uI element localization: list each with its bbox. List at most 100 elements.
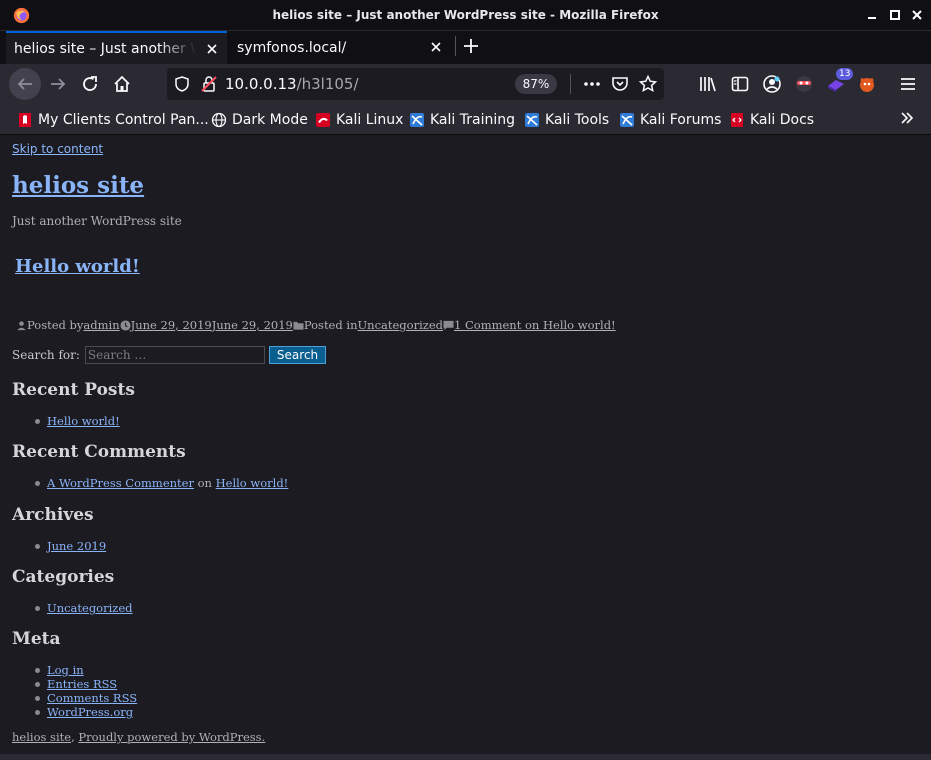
list-item: WordPress.org <box>35 705 137 719</box>
url-text[interactable]: 10.0.0.13/h3l105/ <box>225 75 359 93</box>
pocket-icon[interactable] <box>610 74 630 94</box>
log-in-link[interactable]: Log in <box>47 663 84 677</box>
kali-icon <box>620 113 634 127</box>
page-actions-ellipsis-icon[interactable] <box>582 74 602 94</box>
list-item: Entries RSS <box>35 677 137 691</box>
meta-list: Log in Entries RSS Comments RSS WordPres… <box>35 663 137 719</box>
category-link[interactable]: Uncategorized <box>47 601 133 615</box>
list-item: Comments RSS <box>35 691 137 705</box>
archives-list: June 2019 <box>35 539 106 553</box>
post-date-link[interactable]: June 29, 2019June 29, 2019 <box>131 318 293 332</box>
posted-by-text: Posted by <box>27 318 84 332</box>
list-item: Log in <box>35 663 137 677</box>
url-host: 10.0.0.13 <box>225 75 297 93</box>
commented-post-link[interactable]: Hello world! <box>216 476 289 490</box>
url-bar[interactable]: 10.0.0.13/h3l105/ 87% <box>167 68 664 100</box>
search-label: Search for: <box>12 348 80 362</box>
tab-label: symfonos.local/ <box>237 39 347 56</box>
date-updated: June 29, 2019 <box>211 318 293 332</box>
extension-masked-icon[interactable] <box>794 74 814 94</box>
site-title-link[interactable]: helios site <box>12 172 144 199</box>
entries-rss-link[interactable]: Entries RSS <box>47 677 117 691</box>
zoom-level-badge[interactable]: 87% <box>515 74 557 94</box>
commenter-link[interactable]: A WordPress Commenter <box>47 476 194 490</box>
window-titlebar: helios site – Just another WordPress sit… <box>0 0 931 31</box>
tab-separator <box>455 36 456 56</box>
bookmark-kali-tools[interactable]: Kali Tools <box>524 110 609 130</box>
categories-heading: Categories <box>12 567 115 587</box>
minimize-icon[interactable] <box>865 8 879 22</box>
navigation-toolbar: 10.0.0.13/h3l105/ 87% <box>0 64 931 104</box>
close-tab-icon[interactable] <box>205 42 219 56</box>
tab-label: helios site – Just another WordPress sit… <box>14 40 196 57</box>
folder-icon <box>293 321 304 330</box>
bookmark-star-icon[interactable] <box>638 74 658 94</box>
close-tab-icon[interactable] <box>429 40 443 54</box>
home-icon[interactable] <box>112 74 132 94</box>
kali-docs-icon <box>731 113 743 127</box>
footer-site-link[interactable]: helios site <box>12 730 71 744</box>
forward-arrow-icon[interactable] <box>48 74 68 94</box>
search-form: Search for: Search <box>12 346 327 364</box>
bookmark-label: Kali Forums <box>640 112 722 128</box>
recent-comments-list: A WordPress Commenter on Hello world! <box>35 476 288 490</box>
tab-helios-site[interactable]: helios site – Just another WordPress sit… <box>6 31 227 64</box>
bookmark-kali-docs[interactable]: Kali Docs <box>729 110 814 130</box>
insecure-lock-icon[interactable] <box>199 74 219 94</box>
search-input[interactable] <box>84 346 265 364</box>
tab-symfonos-local[interactable]: symfonos.local/ <box>229 31 451 64</box>
site-footer: helios site, Proudly powered by WordPres… <box>12 730 265 744</box>
site-description: Just another WordPress site <box>12 214 182 228</box>
wordpress-org-link[interactable]: WordPress.org <box>47 705 133 719</box>
page-content: Skip to content helios site Just another… <box>0 136 931 760</box>
post-title-link[interactable]: Hello world! <box>15 256 140 277</box>
hamburger-menu-icon[interactable] <box>898 74 918 94</box>
kali-icon <box>525 113 539 127</box>
account-icon[interactable] <box>762 74 782 94</box>
close-window-icon[interactable] <box>910 8 924 22</box>
post-meta: Posted by admin June 29, 2019June 29, 201… <box>16 318 616 332</box>
extension-fox-icon[interactable] <box>857 74 877 94</box>
library-icon[interactable] <box>698 74 718 94</box>
categories-list: Uncategorized <box>35 601 133 615</box>
new-tab-icon[interactable] <box>462 37 480 55</box>
bookmark-label: Kali Linux <box>336 112 404 128</box>
bookmarks-toolbar: My Clients Control Pan... Dark Mode Kali… <box>0 104 931 135</box>
list-item: A WordPress Commenter on Hello world! <box>35 476 288 490</box>
bookmark-kali-linux[interactable]: Kali Linux <box>315 110 403 130</box>
author-link[interactable]: admin <box>83 318 119 332</box>
bookmark-label: Kali Training <box>430 112 515 128</box>
bookmark-my-clients-control-panel[interactable]: My Clients Control Pan... <box>17 110 209 130</box>
comments-link[interactable]: 1 Comment on Hello world! <box>454 318 616 332</box>
sidebar-icon[interactable] <box>730 74 750 94</box>
bookmark-kali-forums[interactable]: Kali Forums <box>619 110 721 130</box>
comment-icon <box>443 320 454 330</box>
url-separator <box>570 74 571 94</box>
comments-rss-link[interactable]: Comments RSS <box>47 691 137 705</box>
search-button[interactable]: Search <box>268 346 327 364</box>
window-title: helios site – Just another WordPress sit… <box>272 8 659 22</box>
kali-icon <box>316 113 330 127</box>
powered-by-wordpress-link[interactable]: Proudly powered by WordPress. <box>78 730 265 744</box>
archives-heading: Archives <box>12 505 94 525</box>
back-arrow-icon <box>17 78 32 90</box>
bookmark-label: Kali Docs <box>750 112 815 128</box>
url-path: /h3l105/ <box>296 75 359 93</box>
maximize-icon[interactable] <box>888 8 902 22</box>
list-item: Uncategorized <box>35 601 133 615</box>
list-item: Hello world! <box>35 414 120 428</box>
skip-to-content-link[interactable]: Skip to content <box>12 142 103 156</box>
reload-icon[interactable] <box>80 74 100 94</box>
more-bookmarks-chevron-icon[interactable] <box>899 110 915 126</box>
archive-link[interactable]: June 2019 <box>47 539 106 553</box>
category-link[interactable]: Uncategorized <box>357 318 443 332</box>
bookmark-label: My Clients Control Pan... <box>38 112 209 128</box>
site-info-shield-icon[interactable] <box>172 74 192 94</box>
red-book-icon <box>19 113 31 127</box>
recent-post-link[interactable]: Hello world! <box>47 414 120 428</box>
bookmark-dark-mode[interactable]: Dark Mode <box>211 110 308 130</box>
on-text: on <box>197 476 212 490</box>
footer-separator: , <box>71 730 75 744</box>
bookmark-label: Kali Tools <box>545 112 610 128</box>
bookmark-kali-training[interactable]: Kali Training <box>409 110 515 130</box>
